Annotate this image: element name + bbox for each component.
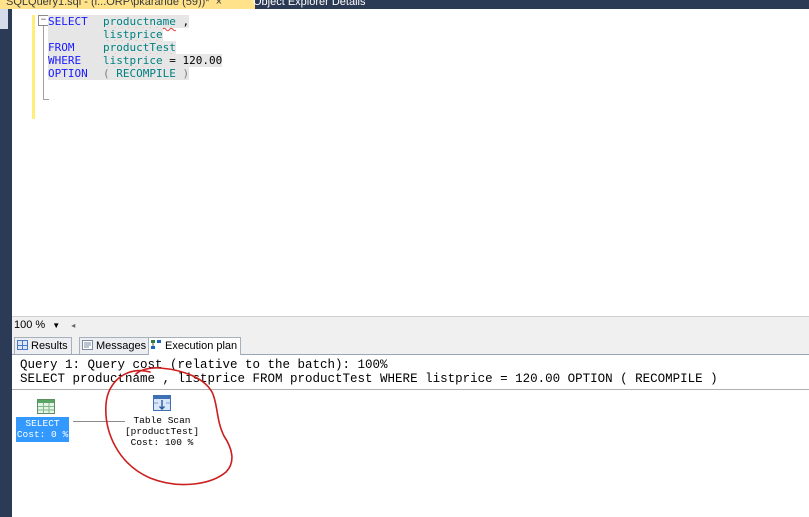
messages-icon xyxy=(82,340,93,350)
close-icon[interactable]: × xyxy=(216,0,222,8)
zoom-control[interactable]: 100 % ▼ ◂ xyxy=(14,319,75,331)
tab-messages[interactable]: Messages xyxy=(79,337,151,354)
sql-keyword: OPTION xyxy=(48,67,88,80)
sql-identifier: productname xyxy=(103,15,176,28)
query-text-line: SELECT productname , listprice FROM prod… xyxy=(20,372,718,386)
sql-keyword: SELECT xyxy=(48,15,88,28)
sql-line: OPTION ( RECOMPILE ) xyxy=(48,67,222,80)
tab-sqlquery1-label: SQLQuery1.sql - (l...ORP\pkarande (59))* xyxy=(6,0,210,8)
query-editor[interactable]: − SELECT productname , listprice FROM produc… xyxy=(12,9,809,316)
select-operator-label: SELECT Cost: 0 % xyxy=(16,417,69,442)
table-scan-table: [productTest] xyxy=(124,426,200,437)
sql-token: ) xyxy=(175,67,190,80)
editor-status-bar: 100 % ▼ ◂ xyxy=(12,316,809,336)
results-tab-strip: Results Messages Execution plan xyxy=(12,335,809,355)
sql-token: = xyxy=(162,54,183,67)
sql-line-highlight: listprice xyxy=(48,28,163,41)
table-scan-icon xyxy=(153,395,171,411)
table-scan-label: Table Scan [productTest] Cost: 100 % xyxy=(122,415,202,448)
plan-header-divider xyxy=(12,389,809,390)
sql-token: 120.00 xyxy=(182,54,223,67)
scroll-left-icon[interactable]: ◂ xyxy=(71,321,75,330)
grid-icon xyxy=(17,340,28,350)
change-tracking-bar xyxy=(32,15,35,119)
sql-token: RECOMPILE xyxy=(116,67,176,80)
sql-line-highlight: OPTION ( RECOMPILE ) xyxy=(48,67,190,80)
execution-plan-pane[interactable]: Query 1: Query cost (relative to the bat… xyxy=(12,355,809,517)
query-cost-line: Query 1: Query cost (relative to the bat… xyxy=(20,358,388,372)
document-tab-strip: SQLQuery1.sql - (l...ORP\pkarande (59))*… xyxy=(0,0,809,9)
sql-code[interactable]: SELECT productname , listprice FROM productT… xyxy=(48,15,223,80)
outline-line-end xyxy=(43,99,49,100)
sql-line: FROM productTest xyxy=(48,41,222,54)
select-operator-icon xyxy=(37,399,55,414)
tab-object-explorer-details-label: Object Explorer Details xyxy=(253,0,366,8)
tab-messages-label: Messages xyxy=(96,340,147,352)
chevron-down-icon[interactable]: ▼ xyxy=(52,321,60,330)
select-operator-cost: Cost: 0 % xyxy=(16,429,69,440)
sql-line: listprice xyxy=(48,28,222,41)
sql-identifier: productTest xyxy=(103,41,176,54)
execution-plan-icon xyxy=(151,339,162,349)
tab-execution-plan-label: Execution plan xyxy=(165,340,238,352)
plan-header: Query 1: Query cost (relative to the bat… xyxy=(20,358,718,386)
sql-line: WHERE listprice = 120.00 xyxy=(48,54,223,67)
sql-token: ( xyxy=(103,67,117,80)
sql-keyword: WHERE xyxy=(48,54,82,67)
sql-line-highlight: FROM productTest xyxy=(48,41,176,54)
outline-line xyxy=(43,26,44,100)
tab-execution-plan[interactable]: Execution plan xyxy=(148,337,242,355)
tab-sqlquery1[interactable]: SQLQuery1.sql - (l...ORP\pkarande (59))*… xyxy=(0,0,255,9)
sql-token: , xyxy=(175,15,190,28)
table-scan-cost: Cost: 100 % xyxy=(130,437,194,448)
operator-connector xyxy=(73,421,125,422)
zoom-level: 100 % xyxy=(14,319,46,331)
sql-line-highlight: WHERE listprice = 120.00 xyxy=(48,54,223,67)
sql-identifier: listprice xyxy=(103,54,163,67)
tab-results[interactable]: Results xyxy=(14,337,72,354)
sql-line: SELECT productname , xyxy=(48,15,222,28)
left-panel-tab[interactable] xyxy=(0,9,8,29)
tab-object-explorer-details[interactable]: Object Explorer Details xyxy=(247,0,372,9)
select-operator[interactable]: SELECT Cost: 0 % xyxy=(16,399,69,442)
sql-keyword xyxy=(48,28,103,41)
sql-identifier: listprice xyxy=(103,28,163,41)
select-operator-name: SELECT xyxy=(25,418,60,429)
sql-keyword: FROM xyxy=(48,41,75,54)
sql-line-highlight: SELECT productname , xyxy=(48,15,190,28)
left-panel-edge xyxy=(0,9,8,517)
table-scan-operator[interactable]: Table Scan [productTest] Cost: 100 % xyxy=(122,395,202,448)
tab-results-label: Results xyxy=(31,340,68,352)
table-scan-name: Table Scan xyxy=(133,415,191,426)
